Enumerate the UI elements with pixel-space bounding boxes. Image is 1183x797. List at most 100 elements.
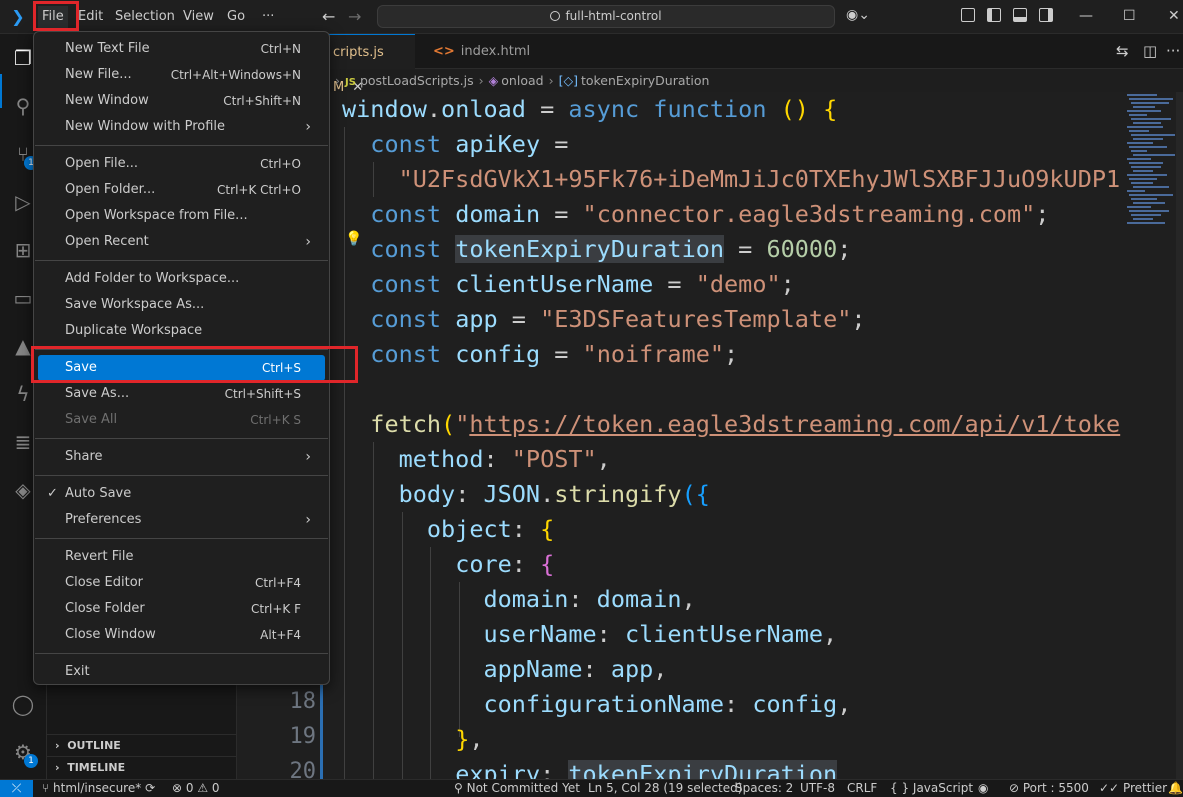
copilot-icon[interactable]: ◉⌄ xyxy=(846,7,870,23)
menu-item-save-workspace-as[interactable]: Save Workspace As... xyxy=(38,292,325,318)
sync-icon[interactable]: ⟳ xyxy=(145,781,155,795)
code-line[interactable]: expiry: tokenExpiryDuration xyxy=(342,757,838,779)
encoding[interactable]: UTF-8 xyxy=(800,780,835,797)
code-line[interactable]: method: "POST", xyxy=(342,442,611,477)
problems-indicator[interactable]: ⊗ 0 ⚠ 0 xyxy=(172,780,220,797)
minimap[interactable] xyxy=(1123,92,1183,779)
code-line[interactable]: const domain = "connector.eagle3dstreami… xyxy=(342,197,1049,232)
accounts-icon[interactable]: ◯ xyxy=(11,692,35,716)
code-line[interactable]: "U2FsdGVkX1+95Fk76+iDeMmJiJc0TXEhyJWlSXB… xyxy=(342,162,1121,197)
extensions-icon[interactable]: ⊞ xyxy=(11,238,35,262)
breadcrumb-symbol[interactable]: tokenExpiryDuration xyxy=(581,73,710,88)
menu-item-new-file[interactable]: New File... Ctrl+Alt+Windows+N xyxy=(38,62,325,88)
menu-item-label: Close Folder xyxy=(65,601,145,616)
vscode-logo-icon[interactable]: ❯ xyxy=(8,7,28,27)
editor-scrollbar[interactable] xyxy=(1176,92,1183,779)
maximize-icon[interactable]: ☐ xyxy=(1123,6,1136,26)
live-server-port[interactable]: ⊘ Port : 5500 xyxy=(1009,780,1089,797)
timeline-section[interactable]: › TIMELINE xyxy=(47,756,237,778)
toggle-primary-sidebar-icon[interactable] xyxy=(987,8,1001,22)
code-line[interactable]: userName: clientUserName, xyxy=(342,617,837,652)
code-line[interactable]: configurationName: config, xyxy=(342,687,851,722)
breadcrumb-function[interactable]: onload xyxy=(501,73,543,88)
toggle-secondary-sidebar-icon[interactable] xyxy=(1039,8,1053,22)
code-line[interactable]: const config = "noiframe"; xyxy=(342,337,738,372)
language-mode[interactable]: { } JavaScript xyxy=(890,780,973,797)
code-line[interactable]: window.onload = async function () { xyxy=(342,92,837,127)
code-line[interactable]: object: { xyxy=(342,512,554,547)
stack-icon[interactable]: ◈ xyxy=(11,478,35,502)
menu-item-auto-save[interactable]: ✓ Auto Save xyxy=(38,481,325,507)
code-line[interactable]: domain: domain, xyxy=(342,582,695,617)
menu-item-duplicate-workspace[interactable]: Duplicate Workspace xyxy=(38,318,325,344)
tab-label: cripts.js xyxy=(333,45,384,60)
menu-selection[interactable]: Selection xyxy=(111,6,179,28)
remote-indicator-icon[interactable]: ⤫ xyxy=(0,780,33,797)
line-ending[interactable]: CRLF xyxy=(847,780,877,797)
minimap-line xyxy=(1131,214,1161,216)
back-arrow-icon[interactable]: ← xyxy=(322,6,335,28)
menu-item-open-folder[interactable]: Open Folder... Ctrl+K Ctrl+O xyxy=(38,177,325,203)
remote-explorer-icon[interactable]: ▭ xyxy=(11,286,35,310)
menu-item-label: Revert File xyxy=(65,549,134,564)
minimize-icon[interactable]: — xyxy=(1079,6,1093,26)
menu-item-open-workspace-from-file[interactable]: Open Workspace from File... xyxy=(38,203,325,229)
tab-postloadscripts[interactable]: cripts.js M ✕ xyxy=(323,34,415,95)
menu-item-new-text-file[interactable]: New Text File Ctrl+N xyxy=(38,36,325,62)
prettier-status[interactable]: ✓✓ Prettier xyxy=(1099,780,1167,797)
menu-item-label: Close Window xyxy=(65,627,156,642)
menu-item-exit[interactable]: Exit xyxy=(38,659,325,685)
menu-item-close-window[interactable]: Close Window Alt+F4 xyxy=(38,622,325,648)
search-icon[interactable]: ⚲ xyxy=(11,94,35,118)
menu-go[interactable]: Go xyxy=(223,6,249,28)
toggle-panel-icon[interactable] xyxy=(1013,8,1027,22)
split-editor-icon[interactable]: ◫ xyxy=(1143,42,1157,60)
menu-item-open-file[interactable]: Open File... Ctrl+O xyxy=(38,151,325,177)
tab-index-html[interactable]: <> index.html xyxy=(423,34,541,69)
customize-layout-icon[interactable] xyxy=(961,8,975,22)
code-line[interactable]: const app = "E3DSFeaturesTemplate"; xyxy=(342,302,865,337)
close-window-icon[interactable]: ✕ xyxy=(1168,6,1180,26)
branch-indicator[interactable]: ⑂ html/insecure* ⟳ xyxy=(42,780,155,797)
lightbulb-icon[interactable]: 💡 xyxy=(345,231,362,247)
code-line[interactable]: const tokenExpiryDuration = 60000; xyxy=(342,232,851,267)
menu-view[interactable]: View xyxy=(179,6,218,28)
menu-item-close-folder[interactable]: Close Folder Ctrl+K F xyxy=(38,596,325,622)
more-actions-icon[interactable]: ··· xyxy=(1166,42,1180,60)
minimap-line xyxy=(1127,94,1157,96)
menu-item-open-recent[interactable]: Open Recent › xyxy=(38,229,325,255)
forward-arrow-icon[interactable]: → xyxy=(348,6,361,28)
menu-item-share[interactable]: Share › xyxy=(38,444,325,470)
outline-section[interactable]: › OUTLINE xyxy=(47,734,237,756)
explorer-icon[interactable]: ❐ xyxy=(11,46,35,70)
code-line[interactable]: const clientUserName = "demo"; xyxy=(342,267,794,302)
database-icon[interactable]: ≣ xyxy=(11,430,35,454)
menu-item-save-as[interactable]: Save As... Ctrl+Shift+S xyxy=(38,381,325,407)
code-line[interactable]: body: JSON.stringify({ xyxy=(342,477,710,512)
open-changes-icon[interactable]: ⇆ xyxy=(1116,42,1129,60)
code-line[interactable]: fetch("https://token.eagle3dstreaming.co… xyxy=(342,407,1120,442)
code-line[interactable]: core: { xyxy=(342,547,554,582)
code-editor[interactable]: window.onload = async function () { cons… xyxy=(330,92,1123,779)
menu-item-add-folder-to-workspace[interactable]: Add Folder to Workspace... xyxy=(38,266,325,292)
menu-item-revert-file[interactable]: Revert File xyxy=(38,544,325,570)
menu-item-preferences[interactable]: Preferences › xyxy=(38,507,325,533)
title-bar: ❯ File Edit Selection View Go ··· ← → fu… xyxy=(0,0,1183,34)
menu-item-label: Share xyxy=(65,449,103,464)
menu-item-close-editor[interactable]: Close Editor Ctrl+F4 xyxy=(38,570,325,596)
command-center[interactable]: full-html-control xyxy=(377,5,835,28)
notifications-bell-icon[interactable]: 🔔 xyxy=(1168,780,1183,797)
cursor-position[interactable]: Ln 5, Col 28 (19 selected) xyxy=(588,780,742,797)
menu-more[interactable]: ··· xyxy=(258,6,278,28)
breadcrumb-file[interactable]: postLoadScripts.js xyxy=(360,73,474,88)
git-blame[interactable]: ⚲ Not Committed Yet xyxy=(454,780,580,797)
code-line[interactable]: appName: app, xyxy=(342,652,667,687)
indentation[interactable]: Spaces: 2 xyxy=(735,780,793,797)
thunder-client-icon[interactable]: ϟ xyxy=(11,382,35,406)
code-line[interactable]: }, xyxy=(342,722,483,757)
copilot-status-icon[interactable]: ◉ xyxy=(978,780,988,797)
code-line[interactable]: const apiKey = xyxy=(342,127,568,162)
run-debug-icon[interactable]: ▷ xyxy=(11,190,35,214)
menu-item-new-window[interactable]: New Window Ctrl+Shift+N xyxy=(38,88,325,114)
menu-item-new-window-with-profile[interactable]: New Window with Profile › xyxy=(38,114,325,140)
